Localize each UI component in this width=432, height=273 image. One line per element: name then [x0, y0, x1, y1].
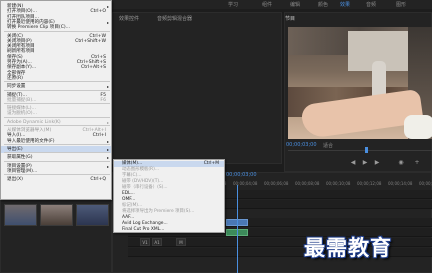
menu-separator: [4, 89, 110, 91]
ruler-tick-label: 00;00;14;08: [388, 181, 413, 186]
timeline-timecode[interactable]: 00;00;03;00: [226, 172, 257, 178]
tab-program[interactable]: 节目: [285, 15, 295, 22]
track-v1-toggle[interactable]: V1: [140, 238, 150, 246]
program-timecode[interactable]: 00;00;03;00: [286, 142, 317, 148]
menu-separator: [4, 160, 110, 162]
menu-item-label: 媒体(M)...: [122, 161, 143, 166]
menu-item-label: 项目管理(M)...: [7, 168, 38, 174]
menu-item-label: AAF...: [122, 215, 135, 220]
menu-item-label: 磁带 (DV/HDV)(T)...: [122, 179, 164, 184]
file-menu: 新建(N) ▸ 打开项目(O)... Ctrl+O 打开团队项目... 打开最近使用的内容…: [0, 0, 112, 200]
menu-separator: [4, 81, 110, 83]
export-submenu: 媒体(M)... Ctrl+M 动态图形模板(R)... 字幕(C)... 磁带 (DV…: [113, 159, 225, 233]
menu-separator: [4, 116, 110, 118]
menu-item-label: 标记(M)...: [122, 203, 143, 208]
tab-audio-clip-mixer[interactable]: 音频剪辑混合器: [157, 15, 192, 22]
workspace-tab[interactable]: 图形: [396, 1, 406, 8]
ruler-tick-label: 00;00;06;08: [264, 181, 289, 186]
project-clip-thumb-1[interactable]: [4, 204, 37, 226]
play-icon[interactable]: ▶: [362, 160, 368, 166]
menu-item-label: 字幕(C)...: [122, 173, 142, 178]
menu-item-label: Final Cut Pro XML...: [122, 227, 165, 232]
step-forward-icon[interactable]: ▶: [374, 160, 380, 166]
menu-item-label: 磁带（串行设备）(S)...: [122, 185, 168, 190]
workspace-tab[interactable]: 组件: [262, 1, 272, 8]
ruler-tick-label: 00;00;10;08: [326, 181, 351, 186]
menu-item-label: Avid Log Exchange...: [122, 221, 168, 226]
add-button-icon[interactable]: +: [414, 160, 420, 166]
workspace-tab[interactable]: 编辑: [290, 1, 300, 8]
workspace-tab[interactable]: 效果: [340, 1, 350, 8]
workspace-tab[interactable]: 音频: [366, 1, 376, 8]
menu-item-label: EDL...: [122, 191, 135, 196]
project-clip-thumb-3[interactable]: [76, 204, 109, 226]
premiere-window: 学习 组件 编辑 颜色 效果 音频 图形 效果控件 音频剪辑混合器 节目 00;00;03;…: [0, 0, 432, 273]
track-a1-toggle[interactable]: A1: [152, 238, 162, 246]
tab-effect-controls[interactable]: 效果控件: [119, 15, 139, 22]
menu-separator: [4, 143, 110, 145]
file-menu-item[interactable]: 退出(X) Ctrl+Q: [1, 176, 111, 183]
menu-item-label: 还原(R): [7, 75, 23, 81]
program-scrubber[interactable]: [288, 150, 432, 151]
menu-item-label: 将选择项导出为 Premiere 项目(S)...: [122, 209, 195, 214]
workspace-tab[interactable]: 颜色: [318, 1, 328, 8]
export-menu-item[interactable]: Final Cut Pro XML...: [114, 227, 224, 233]
menu-item-label: 设为脱机(O)...: [7, 111, 37, 117]
step-back-icon[interactable]: ◀: [350, 160, 356, 166]
menu-separator: [4, 152, 110, 154]
fit-dropdown[interactable]: 适合: [323, 142, 333, 149]
menu-item-label: Adobe Dynamic Link(K): [7, 119, 61, 125]
menu-item-label: 批量捕捉(B)...: [7, 97, 37, 103]
menu-item-label: 导入最近使用的文件(F): [7, 138, 55, 144]
menu-item-label: 同步设置: [7, 84, 26, 90]
menu-item-label: 转换 Premiere Clip 项目(C)...: [7, 25, 71, 31]
menu-item-label: 退出(X): [7, 177, 23, 183]
menu-separator: [4, 125, 110, 126]
effect-controls-panel: 效果控件 音频剪辑混合器: [112, 12, 282, 164]
menu-separator: [4, 103, 110, 105]
ruler-tick-label: 00;00;08;08: [295, 181, 320, 186]
menu-item-label: OMF...: [122, 197, 136, 202]
program-video-frame: [288, 27, 432, 139]
ruler-tick-label: 00;00;12;08: [357, 181, 382, 186]
timeline-playhead[interactable]: [237, 185, 238, 273]
menu-item-shortcut: Ctrl+Q: [90, 177, 106, 183]
menu-item-label: 获取属性(G): [7, 155, 33, 161]
watermark-logo: 最需教育: [304, 236, 392, 260]
playhead-marker[interactable]: [365, 147, 368, 153]
menu-separator: [4, 174, 110, 176]
ruler-tick-label: 00;00;16;08: [419, 181, 432, 186]
export-frame-icon[interactable]: ◉: [398, 160, 404, 166]
menu-item-label: 导出(E): [7, 146, 23, 152]
menu-separator: [4, 30, 110, 32]
workspace-tab[interactable]: 学习: [228, 1, 238, 8]
project-clip-thumb-2[interactable]: [40, 204, 73, 226]
menu-item-label: 动态图形模板(R)...: [122, 167, 160, 172]
track-mute-toggle[interactable]: M: [176, 238, 186, 246]
